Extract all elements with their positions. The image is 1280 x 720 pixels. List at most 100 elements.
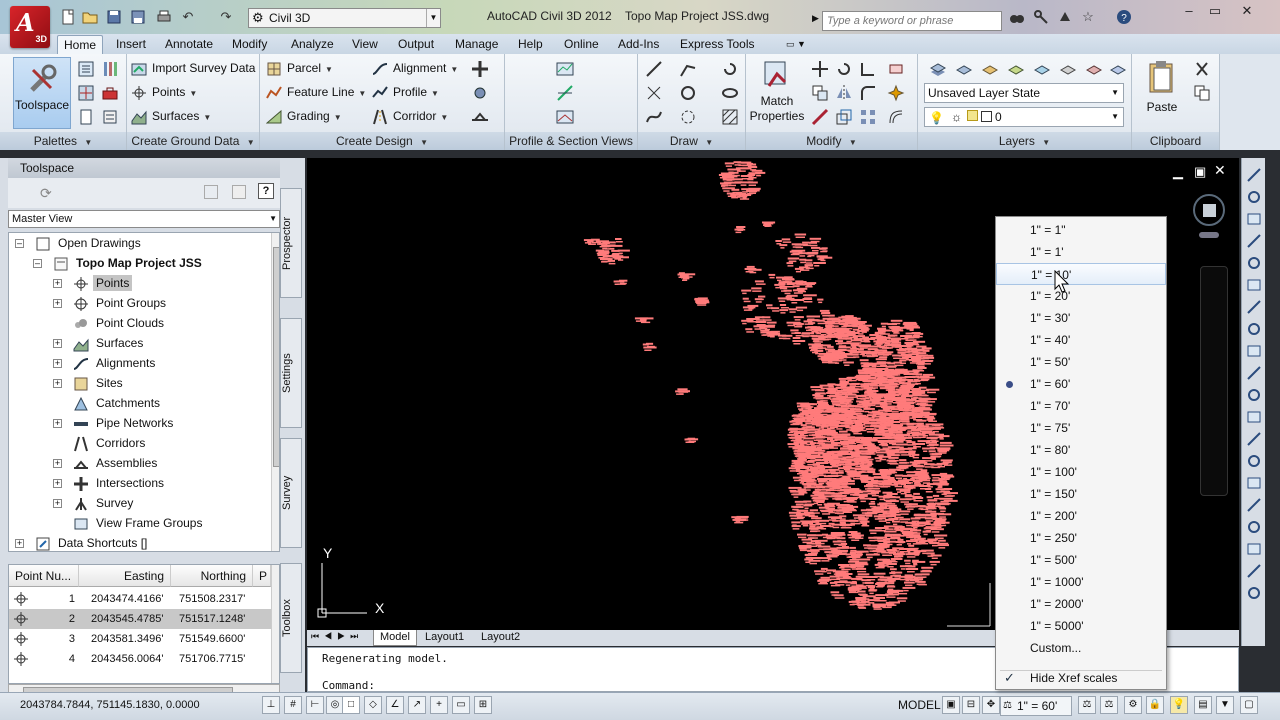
explode-icon[interactable] xyxy=(886,83,905,102)
expand-search-icon[interactable]: ▶ xyxy=(812,13,819,24)
add-selected-tool-icon[interactable] xyxy=(1245,584,1263,602)
gradient-tool-icon[interactable] xyxy=(1245,496,1263,514)
scale-item[interactable]: 1" = 2000' xyxy=(996,593,1166,615)
scale-item[interactable]: 1" = 200' xyxy=(996,505,1166,527)
draw-panel-title[interactable]: Draw ▼ xyxy=(638,132,745,150)
tab-add-ins[interactable]: Add-Ins xyxy=(612,35,665,54)
cut-icon[interactable] xyxy=(1192,59,1210,77)
panorama-icon[interactable] xyxy=(76,83,94,101)
erase-icon[interactable] xyxy=(886,59,904,77)
sheet-icon[interactable] xyxy=(76,107,94,125)
tree-point-clouds[interactable]: Point Clouds xyxy=(73,313,167,333)
table-row[interactable]: 3 2043581.3496' 751549.6600' xyxy=(9,629,271,649)
close-icon[interactable]: ✕ xyxy=(1230,3,1264,21)
table-tool-icon[interactable] xyxy=(1245,540,1263,558)
ellipse-tool-icon[interactable] xyxy=(1245,364,1263,382)
expand-icon[interactable]: + xyxy=(53,459,62,468)
layer-freeze-icon[interactable] xyxy=(1032,59,1051,77)
profile-section-title[interactable]: Profile & Section Views xyxy=(505,132,637,150)
layout-tab-layout1[interactable]: Layout1 xyxy=(419,630,470,646)
table-vertical-scrollbar[interactable] xyxy=(271,565,279,683)
tree-alignments[interactable]: Alignments xyxy=(73,353,158,373)
move-icon[interactable] xyxy=(810,59,828,77)
help-icon[interactable]: ? xyxy=(258,183,274,199)
paste-button[interactable]: Paste xyxy=(1140,58,1184,128)
save-icon[interactable] xyxy=(106,9,122,25)
table-row[interactable]: 2 2043545.4785' 751517.1248' xyxy=(9,609,271,629)
feature-line-button[interactable]: Feature Line ▼ xyxy=(266,82,366,102)
tree-view-frame-groups[interactable]: View Frame Groups xyxy=(73,513,205,533)
column-header[interactable]: Easting xyxy=(79,565,171,587)
fillet-icon[interactable] xyxy=(858,83,876,101)
scale-item[interactable]: 1" = 1' xyxy=(996,241,1166,263)
polyline-tool-icon[interactable] xyxy=(1245,210,1263,228)
mtext-tool-icon[interactable] xyxy=(1245,562,1263,580)
layer-properties-icon[interactable] xyxy=(928,59,947,77)
help-icon[interactable]: ? xyxy=(1116,9,1132,25)
profile-view-icon[interactable] xyxy=(555,59,574,77)
layer-match-icon[interactable] xyxy=(1108,59,1127,77)
tab-insert[interactable]: Insert xyxy=(110,35,152,54)
viewport-restore-icon[interactable]: ▣ xyxy=(1194,164,1206,180)
spline-icon[interactable] xyxy=(644,107,662,125)
ribbon-minimize-icon[interactable]: ▭ ▼ xyxy=(780,35,812,54)
column-header[interactable]: Northing xyxy=(171,565,253,587)
layout-tab-layout2[interactable]: Layout2 xyxy=(475,630,526,646)
pipe-network-icon[interactable] xyxy=(470,83,488,101)
navigation-bar[interactable] xyxy=(1200,266,1228,496)
revision-cloud-icon[interactable] xyxy=(678,107,696,125)
palettes-panel-title[interactable]: Palettes ▼ xyxy=(0,132,126,150)
favorites-star-icon[interactable]: ☆ xyxy=(1080,9,1096,25)
list-view-icon[interactable] xyxy=(232,185,246,199)
surfaces-button[interactable]: Surfaces ▼ xyxy=(131,106,211,126)
copy-icon[interactable] xyxy=(810,83,828,101)
scrollbar-thumb[interactable] xyxy=(273,247,279,467)
communication-center-icon[interactable] xyxy=(1057,9,1073,25)
viewport-close-icon[interactable]: ✕ xyxy=(1214,162,1226,179)
scale-item[interactable]: 1" = 20' xyxy=(996,285,1166,307)
dyn-icon[interactable]: + xyxy=(430,696,448,714)
current-layer-dropdown[interactable]: 💡 ☼ 0 ▼ xyxy=(924,107,1124,127)
tree-open-drawings[interactable]: Open Drawings xyxy=(35,233,144,253)
tab-navigation-arrows[interactable]: ⏮◀▶⏭ xyxy=(311,631,363,642)
hatch-tool-icon[interactable] xyxy=(1245,474,1263,492)
search-input[interactable]: Type a keyword or phrase xyxy=(822,11,1002,31)
stretch-icon[interactable] xyxy=(810,107,829,126)
model-space-toggle[interactable]: MODEL xyxy=(898,698,941,712)
rectangle-tool-icon[interactable] xyxy=(1245,254,1263,272)
scale-item[interactable]: 1" = 100' xyxy=(996,461,1166,483)
intersection-icon[interactable] xyxy=(470,59,488,77)
column-header[interactable]: Point Nu... xyxy=(9,565,79,587)
layout-tab-model[interactable]: Model xyxy=(373,630,417,646)
layer-state-dropdown[interactable]: Unsaved Layer State ▼ xyxy=(924,83,1124,103)
viewcube-icon[interactable] xyxy=(1193,194,1225,226)
scale-item[interactable]: 1" = 60' xyxy=(996,373,1166,395)
undo-icon[interactable]: ↶ xyxy=(180,9,196,25)
ellipse-icon[interactable] xyxy=(720,83,738,101)
tree-point-groups[interactable]: Point Groups xyxy=(73,293,169,313)
layers-palette-icon[interactable] xyxy=(100,107,118,125)
toolbox-icon[interactable] xyxy=(100,83,118,101)
layer-lock-icon[interactable] xyxy=(1084,59,1103,77)
import-survey-data-button[interactable]: Import Survey Data xyxy=(131,58,255,78)
trim-icon[interactable] xyxy=(858,59,876,77)
circle-icon[interactable] xyxy=(678,83,696,101)
copy-clip-icon[interactable] xyxy=(1192,83,1210,101)
tab-online[interactable]: Online xyxy=(558,35,605,54)
scale-item[interactable]: 1" = 40' xyxy=(996,329,1166,351)
workspace-switch-icon[interactable]: ⚙ xyxy=(1124,696,1142,714)
mirror-icon[interactable] xyxy=(834,83,852,101)
tab-help[interactable]: Help xyxy=(512,35,549,54)
expand-icon[interactable]: – xyxy=(33,259,42,268)
construction-line-tool-icon[interactable] xyxy=(1245,188,1263,206)
scale-item[interactable]: 1" = 250' xyxy=(996,527,1166,549)
assembly-icon[interactable] xyxy=(470,107,488,125)
create-design-title[interactable]: Create Design ▼ xyxy=(260,132,504,150)
new-file-icon[interactable] xyxy=(60,9,76,25)
layers-panel-title[interactable]: Layers ▼ xyxy=(918,132,1131,150)
expand-icon[interactable]: + xyxy=(53,419,62,428)
toolspace-button[interactable]: Toolspace xyxy=(13,57,71,129)
osnap-icon[interactable]: □ xyxy=(342,696,360,714)
quick-properties-icon[interactable]: ⊞ xyxy=(474,696,492,714)
scale-item[interactable]: 1" = 70' xyxy=(996,395,1166,417)
